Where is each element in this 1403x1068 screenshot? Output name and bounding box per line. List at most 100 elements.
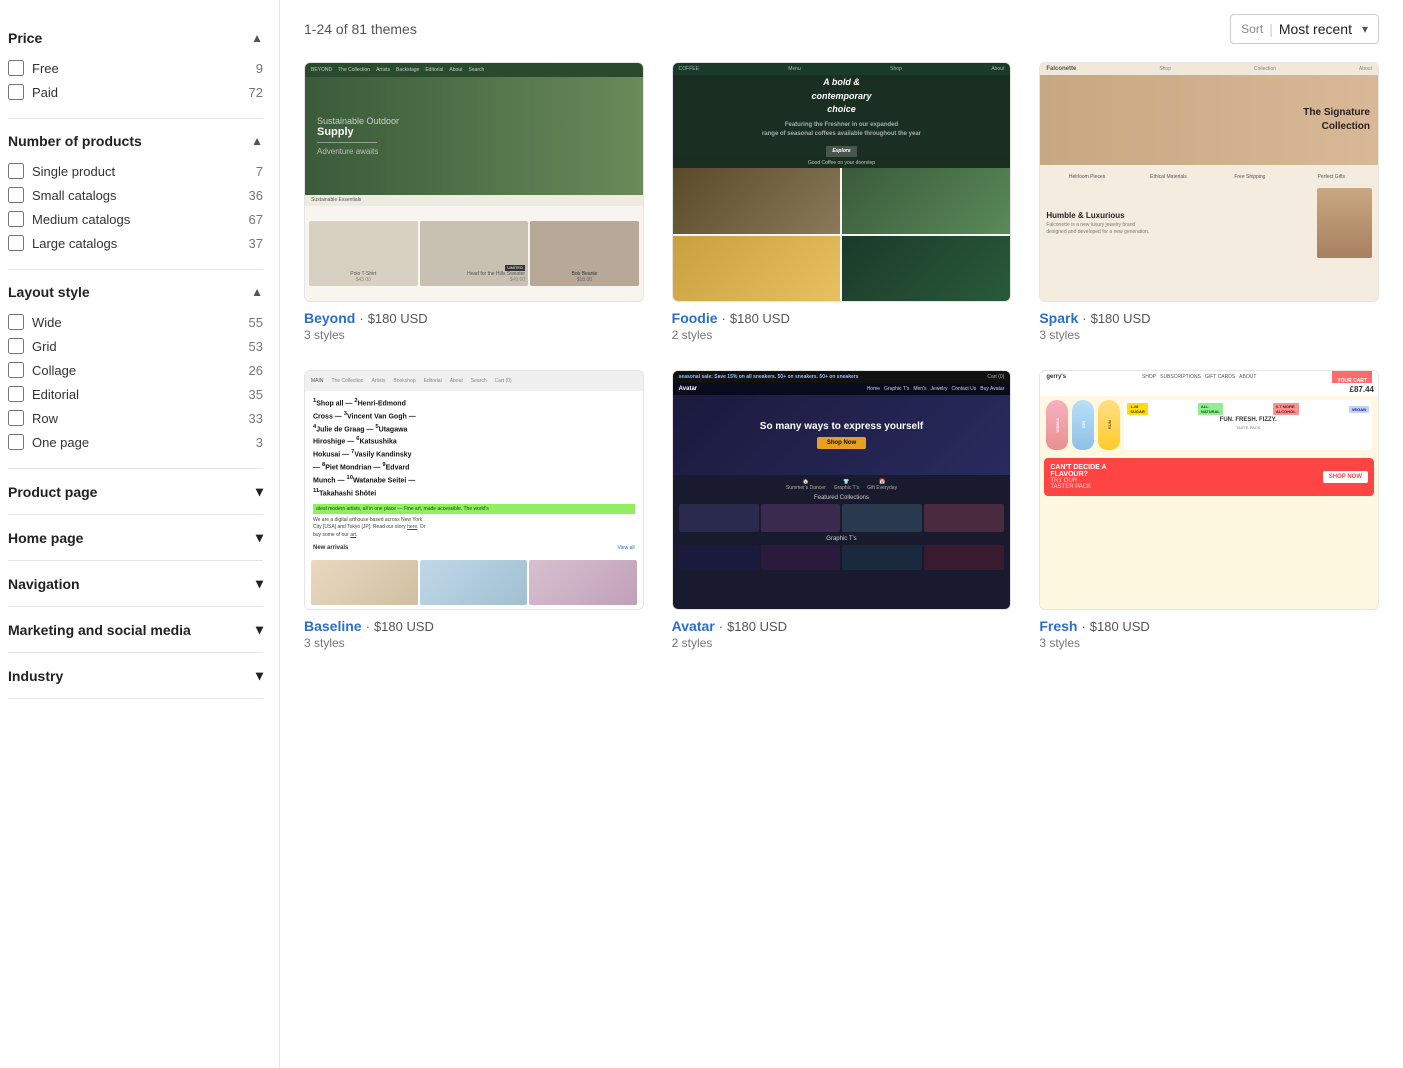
home-page-label: Home page	[8, 530, 83, 546]
avatar-styles: 2 styles	[672, 636, 1012, 650]
foodie-name[interactable]: Foodie	[672, 310, 718, 326]
theme-card-fresh: gerry's SHOP SUBSCRIPTIONS GIFT CARDS AB…	[1039, 370, 1379, 650]
single-product-label[interactable]: Single product	[32, 164, 115, 179]
layout-style-filter-toggle[interactable]: Layout style ▲	[8, 284, 263, 300]
collage-checkbox[interactable]	[8, 362, 24, 378]
beyond-name[interactable]: Beyond	[304, 310, 355, 326]
small-catalogs-label[interactable]: Small catalogs	[32, 188, 117, 203]
number-of-products-filter-toggle[interactable]: Number of products ▲	[8, 133, 263, 149]
theme-preview-beyond[interactable]: BEYOND The Collection Artists Backstage …	[304, 62, 644, 302]
home-page-chevron-down-icon: ▾	[256, 529, 263, 546]
navigation-chevron-down-icon: ▾	[256, 575, 263, 592]
avatar-price: $180 USD	[727, 619, 787, 634]
price-filter-section: Price ▲ Free 9 Paid 72	[8, 16, 263, 119]
single-product-count: 7	[256, 164, 263, 179]
filter-item-single-product: Single product 7	[8, 159, 263, 183]
theme-card-avatar: seasonal sale: Save 15% on all sneakers.…	[672, 370, 1012, 650]
navigation-filter-toggle[interactable]: Navigation ▾	[8, 575, 263, 592]
marketing-filter-toggle[interactable]: Marketing and social media ▾	[8, 621, 263, 638]
product-page-filter-toggle[interactable]: Product page ▾	[8, 483, 263, 500]
filter-item-editorial: Editorial 35	[8, 382, 263, 406]
industry-filter-section: Industry ▾	[8, 653, 263, 699]
baseline-price: $180 USD	[374, 619, 434, 634]
beyond-styles: 3 styles	[304, 328, 644, 342]
editorial-label[interactable]: Editorial	[32, 387, 79, 402]
collage-count: 26	[249, 363, 263, 378]
medium-catalogs-label[interactable]: Medium catalogs	[32, 212, 130, 227]
home-page-filter-toggle[interactable]: Home page ▾	[8, 529, 263, 546]
beyond-nav-item5: About	[449, 67, 462, 73]
theme-preview-avatar[interactable]: seasonal sale: Save 15% on all sneakers.…	[672, 370, 1012, 610]
filter-item-free: Free 9	[8, 56, 263, 80]
row-label[interactable]: Row	[32, 411, 58, 426]
filter-item-one-page: One page 3	[8, 430, 263, 454]
editorial-checkbox[interactable]	[8, 386, 24, 402]
small-catalogs-checkbox[interactable]	[8, 187, 24, 203]
beyond-nav-item2: Artists	[376, 67, 390, 73]
fresh-info: Fresh · $180 USD 3 styles	[1039, 618, 1379, 650]
baseline-name[interactable]: Baseline	[304, 618, 362, 634]
sort-label: Sort	[1241, 22, 1263, 36]
price-chevron-up-icon: ▲	[251, 31, 263, 45]
fresh-name[interactable]: Fresh	[1039, 618, 1077, 634]
filter-item-collage: Collage 26	[8, 358, 263, 382]
price-filter-label: Price	[8, 30, 42, 46]
layout-style-filter-section: Layout style ▲ Wide 55 Grid 53	[8, 270, 263, 469]
beyond-info: Beyond · $180 USD 3 styles	[304, 310, 644, 342]
number-products-chevron-up-icon: ▲	[251, 134, 263, 148]
main-header: 1-24 of 81 themes Sort | Most recent ▾	[304, 0, 1379, 62]
industry-filter-toggle[interactable]: Industry ▾	[8, 667, 263, 684]
grid-count: 53	[249, 339, 263, 354]
wide-count: 55	[249, 315, 263, 330]
fresh-styles: 3 styles	[1039, 636, 1379, 650]
theme-card-foodie: COFFEE Menu Shop About A bold & contempo…	[672, 62, 1012, 342]
foodie-price: $180 USD	[730, 311, 790, 326]
row-checkbox[interactable]	[8, 410, 24, 426]
sort-dropdown[interactable]: Sort | Most recent ▾	[1230, 14, 1379, 44]
theme-preview-fresh[interactable]: gerry's SHOP SUBSCRIPTIONS GIFT CARDS AB…	[1039, 370, 1379, 610]
filter-item-small-catalogs: Small catalogs 36	[8, 183, 263, 207]
one-page-checkbox[interactable]	[8, 434, 24, 450]
free-label[interactable]: Free	[32, 61, 59, 76]
grid-label[interactable]: Grid	[32, 339, 57, 354]
filter-item-grid: Grid 53	[8, 334, 263, 358]
fresh-separator: ·	[1081, 619, 1085, 634]
number-of-products-items: Single product 7 Small catalogs 36 Mediu…	[8, 159, 263, 255]
spark-name[interactable]: Spark	[1039, 310, 1078, 326]
beyond-nav-item3: Backstage	[396, 67, 419, 73]
filter-item-wide: Wide 55	[8, 310, 263, 334]
theme-preview-spark[interactable]: Falconette Shop Collection About The Sig…	[1039, 62, 1379, 302]
theme-preview-baseline[interactable]: MAIN The Collection Artists Bookshop Edi…	[304, 370, 644, 610]
layout-style-chevron-up-icon: ▲	[251, 285, 263, 299]
free-checkbox[interactable]	[8, 60, 24, 76]
paid-label[interactable]: Paid	[32, 85, 58, 100]
medium-catalogs-checkbox[interactable]	[8, 211, 24, 227]
price-filter-toggle[interactable]: Price ▲	[8, 30, 263, 46]
avatar-name[interactable]: Avatar	[672, 618, 715, 634]
layout-style-items: Wide 55 Grid 53 Collage 26	[8, 310, 263, 454]
baseline-styles: 3 styles	[304, 636, 644, 650]
collage-label[interactable]: Collage	[32, 363, 76, 378]
theme-preview-foodie[interactable]: COFFEE Menu Shop About A bold & contempo…	[672, 62, 1012, 302]
spark-price: $180 USD	[1091, 311, 1151, 326]
single-product-checkbox[interactable]	[8, 163, 24, 179]
number-of-products-filter-section: Number of products ▲ Single product 7 Sm…	[8, 119, 263, 270]
beyond-nav-item6: Search	[469, 67, 485, 73]
large-catalogs-label[interactable]: Large catalogs	[32, 236, 117, 251]
home-page-filter-section: Home page ▾	[8, 515, 263, 561]
one-page-label[interactable]: One page	[32, 435, 89, 450]
theme-card-baseline: MAIN The Collection Artists Bookshop Edi…	[304, 370, 644, 650]
baseline-separator: ·	[366, 619, 370, 634]
editorial-count: 35	[249, 387, 263, 402]
theme-card-spark: Falconette Shop Collection About The Sig…	[1039, 62, 1379, 342]
baseline-info: Baseline · $180 USD 3 styles	[304, 618, 644, 650]
paid-checkbox[interactable]	[8, 84, 24, 100]
wide-checkbox[interactable]	[8, 314, 24, 330]
grid-checkbox[interactable]	[8, 338, 24, 354]
theme-card-beyond: BEYOND The Collection Artists Backstage …	[304, 62, 644, 342]
wide-label[interactable]: Wide	[32, 315, 62, 330]
foodie-info: Foodie · $180 USD 2 styles	[672, 310, 1012, 342]
large-catalogs-checkbox[interactable]	[8, 235, 24, 251]
spark-separator: ·	[1082, 311, 1086, 326]
industry-chevron-down-icon: ▾	[256, 667, 263, 684]
